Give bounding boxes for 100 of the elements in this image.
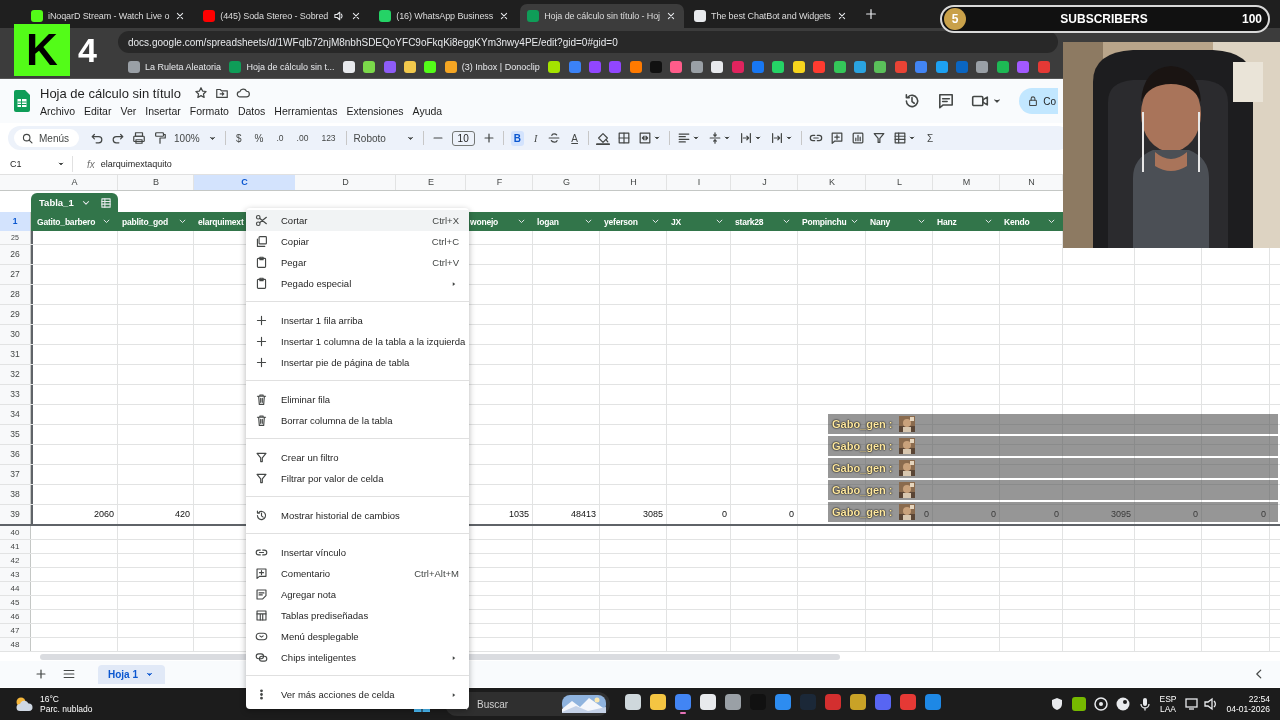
percent-button[interactable]: % xyxy=(251,130,267,146)
paint-bucket-icon[interactable] xyxy=(595,131,610,145)
bookmark-favicon-icon[interactable] xyxy=(424,61,437,73)
folder-move-icon[interactable] xyxy=(214,86,229,100)
table-name-tab[interactable]: Tabla_1 xyxy=(31,193,93,212)
table-header-cell[interactable]: logan xyxy=(533,212,600,231)
vertical-align-menu-button[interactable] xyxy=(707,131,732,145)
formula-input[interactable]: elarquimextaquito xyxy=(100,159,172,169)
table-header-cell[interactable]: Kendo xyxy=(1000,212,1063,231)
redo-icon[interactable] xyxy=(111,131,125,145)
table-header-cell[interactable]: Hanz xyxy=(933,212,1000,231)
table-header-cell[interactable]: JX xyxy=(667,212,731,231)
context-menu-item[interactable]: Eliminar fila xyxy=(246,389,469,410)
chart-icon[interactable] xyxy=(850,131,865,145)
context-menu-item[interactable]: Crear un filtro xyxy=(246,447,469,468)
context-menu-item[interactable]: Chips inteligentes xyxy=(246,647,469,668)
filter-icon[interactable] xyxy=(871,131,886,145)
bookmark-favicon-icon[interactable] xyxy=(874,61,887,73)
context-menu-item[interactable]: Insertar 1 columna de la tabla a la izquierda xyxy=(246,331,469,352)
context-menu-item[interactable]: Cortar Ctrl+X xyxy=(246,210,469,231)
browser-tab[interactable]: (16) WhatsApp Business xyxy=(372,4,518,28)
sheets-logo-icon[interactable] xyxy=(14,90,30,112)
bookmark[interactable]: La Ruleta Aleatoria xyxy=(128,61,222,73)
bookmark-favicon-icon[interactable] xyxy=(996,61,1009,73)
bookmark-favicon-icon[interactable] xyxy=(404,61,417,73)
column-header[interactable]: K xyxy=(798,175,866,190)
bookmark-favicon-icon[interactable] xyxy=(548,61,561,73)
context-menu-item[interactable]: Copiar Ctrl+C xyxy=(246,231,469,252)
menu-item[interactable]: Ayuda xyxy=(412,104,443,117)
bookmark-favicon-icon[interactable] xyxy=(670,61,683,73)
paint-roller-icon[interactable] xyxy=(153,131,167,145)
weather-cloud-icon[interactable] xyxy=(14,695,34,713)
column-header[interactable]: N xyxy=(1000,175,1063,190)
app-icon[interactable] xyxy=(675,694,691,714)
cloud-icon[interactable] xyxy=(235,86,250,100)
context-menu-item[interactable]: Pegar Ctrl+V xyxy=(246,252,469,273)
microphone-icon[interactable] xyxy=(1137,697,1152,711)
column-header[interactable]: I xyxy=(667,175,731,190)
bold-button[interactable]: B xyxy=(510,130,524,146)
font-dropdown[interactable]: Roboto xyxy=(353,132,416,144)
close-icon[interactable] xyxy=(665,10,677,22)
menu-item[interactable]: Archivo xyxy=(40,104,75,117)
context-menu-item[interactable]: Insertar 1 fila arriba xyxy=(246,310,469,331)
bookmark-favicon-icon[interactable] xyxy=(792,61,805,73)
bookmark-favicon-icon[interactable] xyxy=(363,61,376,73)
column-header[interactable]: E xyxy=(396,175,466,190)
bookmark-favicon-icon[interactable] xyxy=(342,61,355,73)
font-size-field[interactable]: 10 xyxy=(451,130,475,146)
text-wrap-menu-button[interactable] xyxy=(769,131,794,145)
browser-tab[interactable]: (445) Soda Stereo - Sobred xyxy=(196,4,370,28)
table-view-menu-button[interactable] xyxy=(892,131,917,145)
name-box[interactable]: C1 xyxy=(0,156,73,172)
comment-icon[interactable] xyxy=(937,92,956,110)
column-header[interactable]: J xyxy=(731,175,798,190)
table-header-cell[interactable]: Pompinchu xyxy=(798,212,866,231)
speaker-icon[interactable] xyxy=(333,10,346,22)
bookmark-favicon-icon[interactable] xyxy=(833,61,846,73)
bookmark-favicon-icon[interactable] xyxy=(976,61,989,73)
sum-button[interactable]: Σ xyxy=(923,130,937,146)
increase-decimals-button[interactable]: .00 xyxy=(293,131,312,145)
align-left-menu-button[interactable] xyxy=(676,131,701,145)
undo-icon[interactable] xyxy=(90,131,104,145)
number-format-button[interactable]: 123 xyxy=(318,131,339,145)
column-header[interactable]: D xyxy=(295,175,396,190)
column-header[interactable]: F xyxy=(466,175,533,190)
printer-icon[interactable] xyxy=(132,131,146,145)
bookmark-favicon-icon[interactable] xyxy=(935,61,948,73)
table-header-cell[interactable]: Nany xyxy=(866,212,933,231)
bookmark-favicon-icon[interactable] xyxy=(629,61,642,73)
keyboard-layout[interactable]: LAA xyxy=(1159,704,1177,714)
context-menu-item[interactable]: Insertar vínculo xyxy=(246,542,469,563)
table-header-cell[interactable]: pablito_god xyxy=(118,212,194,231)
clock-date[interactable]: 04-01-2026 xyxy=(1226,704,1270,714)
borders-icon[interactable] xyxy=(616,131,631,145)
column-header[interactable]: M xyxy=(933,175,1000,190)
disc-icon[interactable] xyxy=(1093,697,1108,711)
bookmark[interactable]: Hoja de cálculo sin t... xyxy=(229,61,335,73)
new-tab-icon[interactable] xyxy=(863,7,878,21)
decrease-decimals-button[interactable]: .0 xyxy=(273,131,287,145)
column-header[interactable]: A xyxy=(31,175,118,190)
star-icon[interactable] xyxy=(193,86,208,100)
text-wrap-menu-button[interactable] xyxy=(738,131,763,145)
shield-icon[interactable] xyxy=(1049,697,1064,711)
text-color-button[interactable]: A xyxy=(568,130,581,146)
context-menu-item[interactable]: Pegado especial xyxy=(246,273,469,294)
network-volume-icon[interactable] xyxy=(1184,697,1219,711)
column-header[interactable]: G xyxy=(533,175,600,190)
column-header[interactable]: C xyxy=(194,175,295,190)
address-field[interactable]: docs.google.com/spreadsheets/d/1WFqlb72njM8nbhSDEQoYFC9oFkqKi8eggKYm3nwy4PE/edit?gid=0#gid=0 xyxy=(118,31,1058,53)
menu-search-field[interactable]: Menús xyxy=(14,129,79,147)
column-header[interactable]: H xyxy=(600,175,667,190)
menu-icon[interactable] xyxy=(62,667,76,681)
bookmark[interactable]: (3) Inbox | Donoclip xyxy=(444,61,540,73)
sheet-tab[interactable]: Hoja 1 xyxy=(98,664,165,684)
table-header-cell[interactable]: yeferson xyxy=(600,212,667,231)
zoom-dropdown[interactable]: 100% xyxy=(174,132,218,144)
bookmark-favicon-icon[interactable] xyxy=(772,61,785,73)
document-title[interactable]: Hoja de cálculo sin título xyxy=(40,85,181,101)
menu-item[interactable]: Ver xyxy=(120,104,137,117)
context-menu-item[interactable]: Agregar nota xyxy=(246,584,469,605)
